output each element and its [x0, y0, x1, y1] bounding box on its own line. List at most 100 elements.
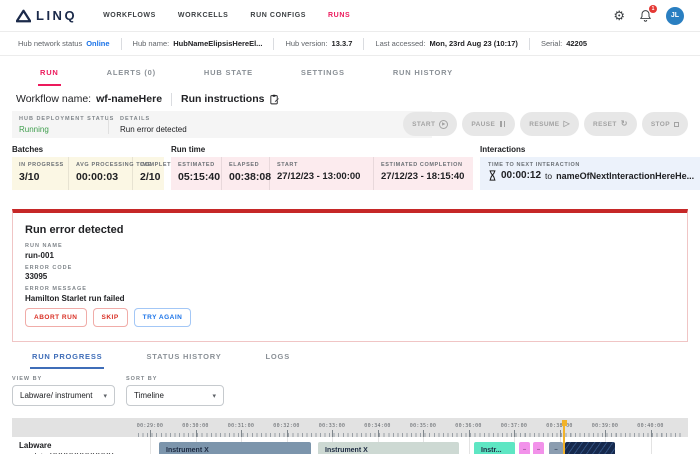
- deployment-details-value: Run error detected: [120, 124, 187, 134]
- button-label: STOP: [650, 120, 670, 128]
- tick-mark: [514, 430, 515, 437]
- tab-run-progress[interactable]: RUN PROGRESS: [30, 352, 105, 369]
- notification-badge: 1: [649, 4, 657, 13]
- stat-cell-value: 2/10: [140, 171, 161, 183]
- tab-alerts-0[interactable]: ALERTS (0): [105, 68, 158, 86]
- hub-item-label: Hub name:: [132, 39, 170, 48]
- linq-logo[interactable]: LINQ: [16, 8, 77, 23]
- abort-run-button[interactable]: ABORT RUN: [25, 307, 87, 327]
- tick-mark: [377, 430, 379, 437]
- error-field-run-name: RUN NAME run-001: [25, 243, 675, 260]
- run-error-panel: Run error detected RUN NAME run-001 ERROR …: [12, 209, 688, 342]
- error-field-label: ERROR CODE: [25, 264, 73, 271]
- skip-button[interactable]: SKIP: [92, 307, 128, 327]
- nav-items: WORKFLOWS WORKCELLS RUN CONFIGS RUNS: [103, 12, 350, 19]
- timeline-bar[interactable]: Instr...: [474, 442, 515, 454]
- tick-label: 00:40:00: [637, 423, 664, 429]
- runtime-title: Run time: [171, 145, 206, 154]
- tick-label: 00:32:00: [273, 423, 300, 429]
- stop-button[interactable]: STOP: [641, 112, 688, 136]
- tab-run-history[interactable]: RUN HISTORY: [391, 68, 455, 86]
- progress-tabs: RUN PROGRESS STATUS HISTORY LOGS: [30, 352, 700, 369]
- nav-item-run-configs[interactable]: RUN CONFIGS: [250, 12, 306, 19]
- stat-cell-value: 27/12/23 - 13:00:00: [277, 171, 361, 182]
- timeline-bar[interactable]: [565, 442, 615, 454]
- user-avatar[interactable]: JL: [666, 6, 684, 25]
- filters: VIEW BY Labware/ instrument ▾ SORT BY Ti…: [12, 376, 700, 406]
- runtime-cells: ESTIMATED 05:15:40 ELAPSED 00:38:08 START 27/…: [171, 157, 473, 190]
- reset-button[interactable]: RESET ↻: [584, 112, 637, 136]
- grid-line: [468, 437, 470, 454]
- error-title: Run error detected: [25, 224, 124, 236]
- button-label: START: [412, 120, 436, 128]
- deployment-status-value: Running: [19, 124, 49, 134]
- nav-item-runs[interactable]: RUNS: [328, 12, 350, 19]
- timeline-bars: Labware eg plate XXXXXXXXXXXX Instrument…: [12, 437, 688, 454]
- error-field-label: ERROR MESSAGE: [25, 286, 87, 292]
- settings-gear-icon[interactable]: ⚙: [613, 9, 625, 22]
- error-field-error-message: ERROR MESSAGE Hamilton Starlet run failed: [25, 286, 675, 303]
- batches-cells: IN PROGRESS 3/10 AVG PROCESSING TIME 00:00:…: [12, 157, 175, 190]
- deployment-details-label: DETAILS: [120, 115, 151, 122]
- top-nav: LINQ WORKFLOWS WORKCELLS RUN CONFIGS RUNS ⚙…: [0, 0, 700, 32]
- button-label: RESUME: [529, 120, 560, 128]
- pause-button[interactable]: PAUSE: [462, 112, 516, 136]
- top-right-actions: ⚙ 1 JL: [613, 4, 684, 25]
- current-time-marker[interactable]: [561, 420, 567, 454]
- nav-item-workflows[interactable]: WORKFLOWS: [103, 12, 156, 19]
- tick-label: 00:37:00: [500, 423, 528, 429]
- tick-label: 00:36:00: [455, 423, 482, 429]
- stat-cell-value: 27/12/23 - 18:15:40: [381, 171, 465, 182]
- try-again-button[interactable]: TRY AGAIN: [133, 307, 192, 327]
- error-field-value: 33095: [25, 272, 48, 281]
- tick-label: 00:35:00: [409, 423, 437, 429]
- tab-run[interactable]: RUN: [38, 68, 61, 86]
- tick-mark: [468, 430, 470, 437]
- tick-label: 00:39:00: [591, 423, 619, 429]
- timeline-bar[interactable]: –: [519, 442, 530, 454]
- play-circle-icon: ▶: [439, 119, 449, 129]
- next-interaction-label: TIME TO NEXT INTERACTION: [488, 162, 580, 168]
- next-interaction-name: nameOfNextInteractionHereHe...: [556, 170, 695, 181]
- timeline-bar[interactable]: Instrument X: [159, 442, 311, 454]
- hub-item-hub-name: Hub name: HubNameElipsisHereEl...: [120, 37, 274, 50]
- view-by-select[interactable]: Labware/ instrument ▾: [12, 385, 115, 406]
- interactions-box: TIME TO NEXT INTERACTION 00:00:12 to nam…: [480, 157, 700, 190]
- hub-item-value: Mon, 23rd Aug 23 (10:17): [429, 39, 518, 48]
- notifications-bell[interactable]: 1: [639, 4, 657, 23]
- hub-item-label: Hub network status: [18, 39, 83, 48]
- button-label: RESET: [593, 120, 617, 128]
- timeline-bar[interactable]: Instrument X: [318, 442, 459, 454]
- tick-mark: [195, 430, 197, 437]
- tab-hub-state[interactable]: HUB STATE: [202, 68, 255, 86]
- page-tabs: RUN ALERTS (0) HUB STATE SETTINGS RUN HISTOR…: [0, 56, 700, 86]
- pause-icon: [499, 121, 506, 127]
- tab-logs[interactable]: LOGS: [264, 352, 292, 369]
- stat-cell-label: AVG PROCESSING TIME: [76, 162, 152, 168]
- tick-label: 00:31:00: [227, 423, 255, 429]
- tab-status-history[interactable]: STATUS HISTORY: [144, 352, 223, 369]
- row-label-title: Labware: [19, 441, 52, 450]
- play-icon: ▷: [563, 119, 571, 128]
- stat-cell-in-progress: IN PROGRESS 3/10: [12, 157, 68, 190]
- stat-cell-value: 00:38:08: [229, 171, 272, 183]
- tab-settings[interactable]: SETTINGS: [299, 68, 347, 86]
- sort-by-select[interactable]: Timeline ▾: [126, 385, 224, 406]
- run-instructions-link[interactable]: Run instructions: [181, 93, 280, 105]
- timeline-bar[interactable]: –: [549, 442, 563, 454]
- timeline-bar[interactable]: –: [533, 442, 544, 454]
- tick-mark: [286, 430, 288, 437]
- nav-item-workcells[interactable]: WORKCELLS: [178, 12, 229, 19]
- status-row: HUB DEPLOYMENT STATUS Running DETAILS Ru…: [12, 111, 688, 138]
- divider: [171, 92, 173, 106]
- view-by-filter: VIEW BY Labware/ instrument ▾: [12, 376, 115, 406]
- resume-button[interactable]: RESUME ▷: [520, 112, 580, 136]
- sort-by-label: SORT BY: [126, 376, 158, 382]
- start-button[interactable]: START ▶: [403, 112, 458, 136]
- deployment-status-label: HUB DEPLOYMENT STATUS: [19, 115, 115, 122]
- stat-cell-value: 00:00:03: [76, 171, 119, 183]
- hub-item-value: 13.3.7: [331, 39, 353, 48]
- stat-cell-label: ELAPSED: [229, 162, 260, 168]
- view-by-label: VIEW BY: [12, 376, 43, 382]
- sort-by-value: Timeline: [134, 391, 164, 400]
